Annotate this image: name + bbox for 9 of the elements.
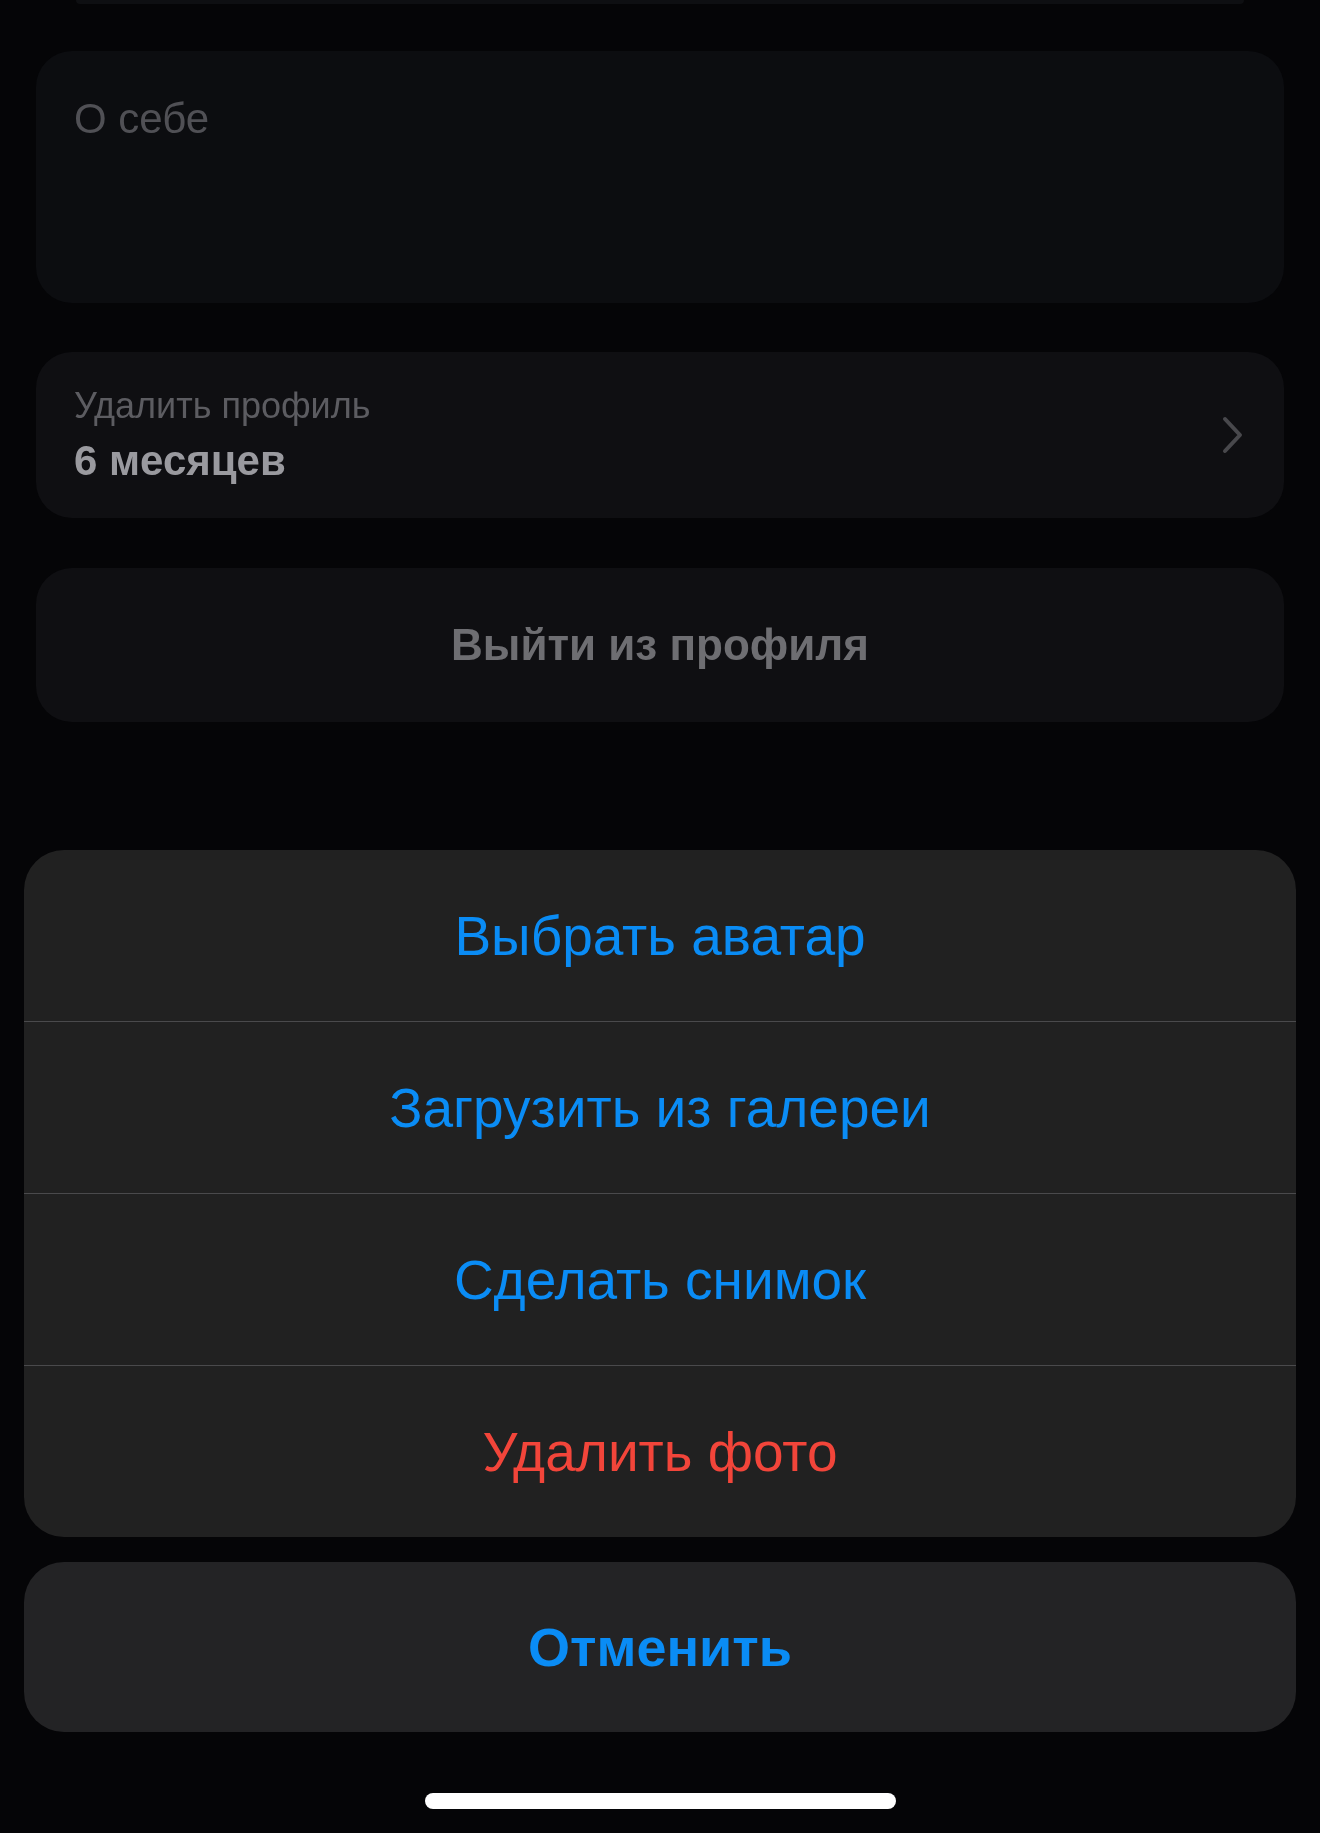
logout-button[interactable]: Выйти из профиля	[36, 568, 1284, 722]
cancel-button[interactable]: Отменить	[24, 1562, 1296, 1732]
about-field[interactable]: О себе	[36, 51, 1284, 303]
action-sheet-option[interactable]: Удалить фото	[24, 1365, 1296, 1537]
action-sheet-option[interactable]: Выбрать аватар	[24, 850, 1296, 1021]
action-sheet-option[interactable]: Загрузить из галереи	[24, 1021, 1296, 1193]
chevron-icon	[1222, 416, 1244, 454]
action-sheet-option[interactable]: Сделать снимок	[24, 1193, 1296, 1365]
profile-deletion-row[interactable]: Удалить профиль 6 месяцев	[36, 352, 1284, 518]
